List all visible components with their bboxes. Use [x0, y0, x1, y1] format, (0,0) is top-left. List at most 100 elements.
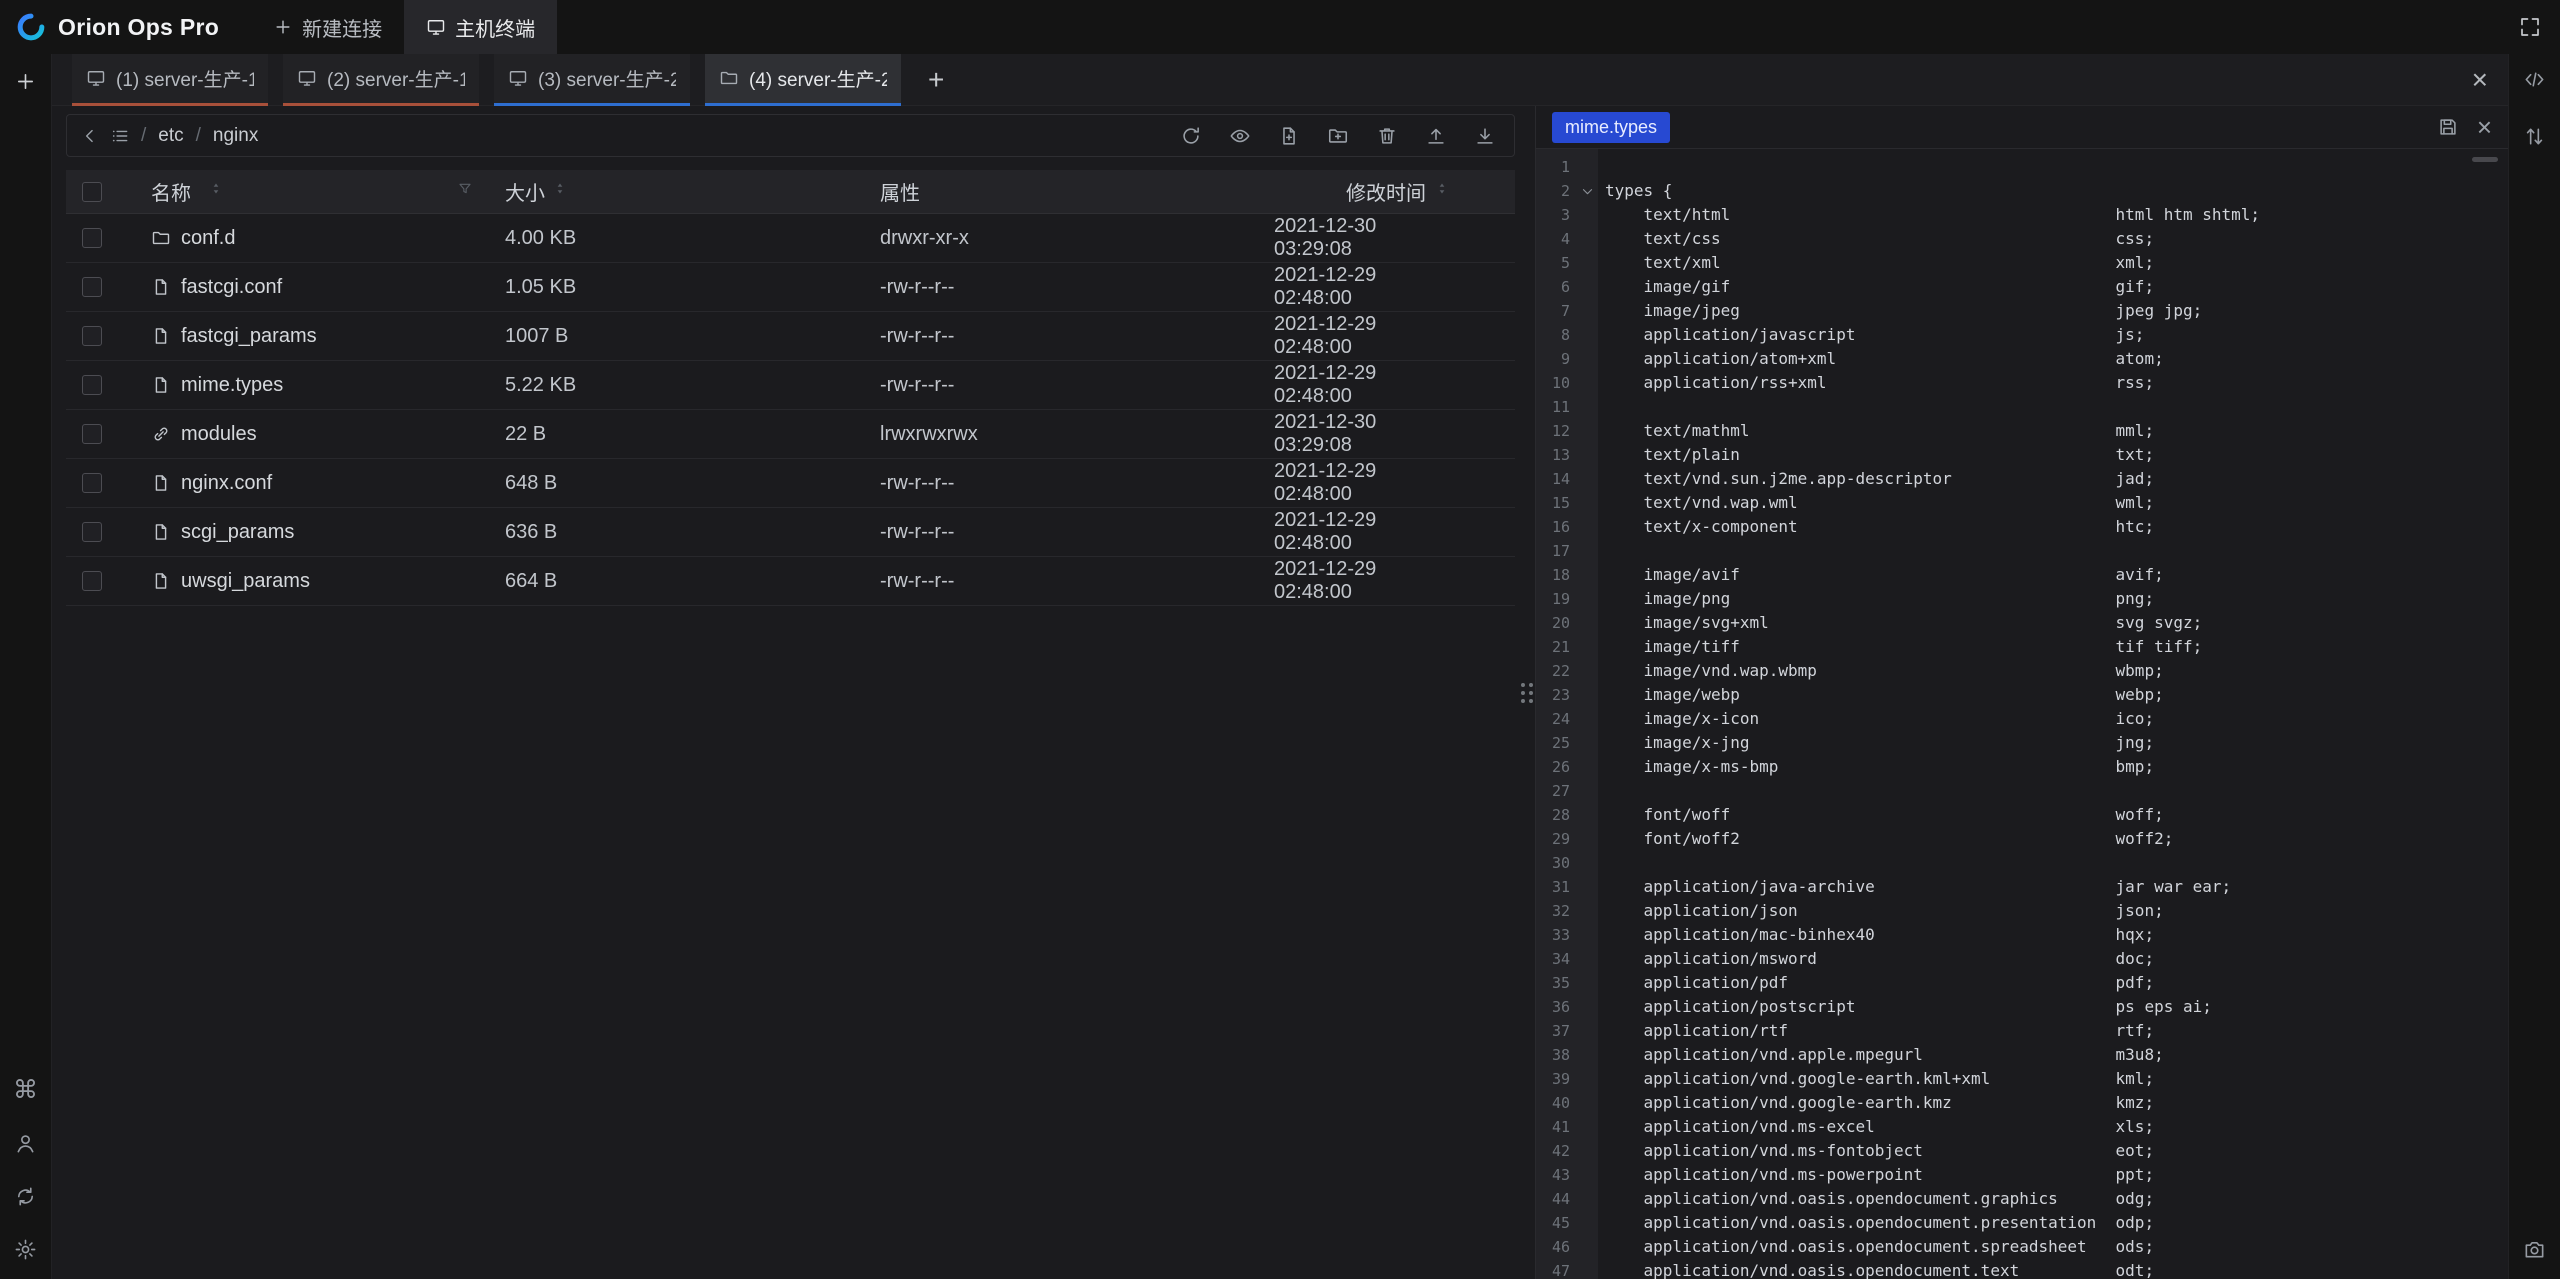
editor-line[interactable]: 18 image/avif avif; — [1536, 563, 2508, 587]
row-checkbox[interactable] — [82, 326, 102, 346]
sync-icon[interactable] — [14, 1185, 37, 1208]
column-header[interactable]: 名称 — [123, 177, 491, 206]
editor-line[interactable]: 2types { — [1536, 179, 2508, 203]
file-row[interactable]: modules22 Blrwxrwxrwx2021-12-30 03:29:08 — [66, 410, 1515, 459]
file-row[interactable]: mime.types5.22 KB-rw-r--r--2021-12-29 02… — [66, 361, 1515, 410]
editor-line[interactable]: 23 image/webp webp; — [1536, 683, 2508, 707]
topbar-menu-item[interactable]: 新建连接 — [251, 0, 404, 54]
editor-line[interactable]: 47 application/vnd.oasis.opendocument.te… — [1536, 1259, 2508, 1279]
select-all-checkbox[interactable] — [82, 182, 102, 202]
open-file-tab[interactable]: mime.types — [1552, 112, 1670, 143]
editor-line[interactable]: 38 application/vnd.apple.mpegurl m3u8; — [1536, 1043, 2508, 1067]
editor-line[interactable]: 43 application/vnd.ms-powerpoint ppt; — [1536, 1163, 2508, 1187]
row-checkbox[interactable] — [82, 228, 102, 248]
editor-line[interactable]: 8 application/javascript js; — [1536, 323, 2508, 347]
file-name[interactable]: mime.types — [181, 374, 283, 397]
fold-chevron-icon[interactable] — [1570, 179, 1605, 203]
file-name[interactable]: nginx.conf — [181, 472, 272, 495]
column-header[interactable]: 修改时间 — [1274, 177, 1515, 206]
topbar-menu-item[interactable]: 主机终端 — [404, 0, 557, 54]
back-button[interactable] — [75, 121, 105, 151]
eye-icon[interactable] — [1227, 123, 1253, 149]
editor-line[interactable]: 20 image/svg+xml svg svgz; — [1536, 611, 2508, 635]
breadcrumb-root-button[interactable] — [105, 121, 135, 151]
row-checkbox[interactable] — [82, 522, 102, 542]
file-row[interactable]: scgi_params636 B-rw-r--r--2021-12-29 02:… — [66, 508, 1515, 557]
download-icon[interactable] — [1472, 123, 1498, 149]
editor-line[interactable]: 45 application/vnd.oasis.opendocument.pr… — [1536, 1211, 2508, 1235]
editor-line[interactable]: 1 — [1536, 155, 2508, 179]
user-icon[interactable] — [14, 1132, 37, 1155]
plus-icon[interactable] — [14, 70, 37, 93]
row-checkbox[interactable] — [82, 424, 102, 444]
session-tab[interactable]: (2) server-生产-1 — [283, 54, 479, 106]
file-plus-icon[interactable] — [1276, 123, 1302, 149]
upload-icon[interactable] — [1423, 123, 1449, 149]
sort-caret-icon[interactable] — [553, 180, 567, 203]
editor-line[interactable]: 14 text/vnd.sun.j2me.app-descriptor jad; — [1536, 467, 2508, 491]
file-row[interactable]: fastcgi.conf1.05 KB-rw-r--r--2021-12-29 … — [66, 263, 1515, 312]
editor-scrollbar-thumb[interactable] — [2472, 157, 2498, 162]
column-header[interactable]: 大小 — [491, 177, 866, 206]
editor-line[interactable]: 21 image/tiff tif tiff; — [1536, 635, 2508, 659]
row-checkbox[interactable] — [82, 473, 102, 493]
editor-line[interactable]: 17 — [1536, 539, 2508, 563]
row-checkbox[interactable] — [82, 571, 102, 591]
folder-plus-icon[interactable] — [1325, 123, 1351, 149]
code-icon[interactable] — [2523, 68, 2546, 91]
editor-line[interactable]: 24 image/x-icon ico; — [1536, 707, 2508, 731]
sort-caret-icon[interactable] — [209, 180, 223, 203]
editor-line[interactable]: 29 font/woff2 woff2; — [1536, 827, 2508, 851]
breadcrumb-segment[interactable]: etc — [158, 125, 183, 147]
row-checkbox[interactable] — [82, 375, 102, 395]
editor-line[interactable]: 3 text/html html htm shtml; — [1536, 203, 2508, 227]
file-name[interactable]: fastcgi_params — [181, 325, 317, 348]
editor-line[interactable]: 31 application/java-archive jar war ear; — [1536, 875, 2508, 899]
filter-funnel-icon[interactable] — [457, 180, 473, 203]
editor-line[interactable]: 13 text/plain txt; — [1536, 443, 2508, 467]
fullscreen-icon[interactable] — [2518, 15, 2542, 39]
editor-line[interactable]: 7 image/jpeg jpeg jpg; — [1536, 299, 2508, 323]
file-name[interactable]: scgi_params — [181, 521, 294, 544]
editor-line[interactable]: 27 — [1536, 779, 2508, 803]
editor-close-icon[interactable]: × — [2477, 114, 2492, 140]
file-name[interactable]: modules — [181, 423, 257, 446]
editor-line[interactable]: 39 application/vnd.google-earth.kml+xml … — [1536, 1067, 2508, 1091]
editor-line[interactable]: 42 application/vnd.ms-fontobject eot; — [1536, 1139, 2508, 1163]
editor-line[interactable]: 22 image/vnd.wap.wbmp wbmp; — [1536, 659, 2508, 683]
editor-body[interactable]: 12types {3 text/html html htm shtml;4 te… — [1536, 149, 2508, 1279]
editor-line[interactable]: 11 — [1536, 395, 2508, 419]
session-tab[interactable]: (3) server-生产-2 — [494, 54, 690, 106]
sort-vertical-icon[interactable] — [2523, 125, 2546, 148]
file-row[interactable]: nginx.conf648 B-rw-r--r--2021-12-29 02:4… — [66, 459, 1515, 508]
command-icon[interactable]: ⌘ — [13, 1077, 38, 1102]
save-icon[interactable] — [2437, 116, 2459, 138]
file-name[interactable]: conf.d — [181, 227, 235, 250]
close-all-tabs-button[interactable]: × — [2472, 54, 2508, 106]
sort-caret-icon[interactable] — [1435, 180, 1449, 203]
editor-line[interactable]: 37 application/rtf rtf; — [1536, 1019, 2508, 1043]
file-row[interactable]: uwsgi_params664 B-rw-r--r--2021-12-29 02… — [66, 557, 1515, 606]
editor-line[interactable]: 12 text/mathml mml; — [1536, 419, 2508, 443]
editor-line[interactable]: 35 application/pdf pdf; — [1536, 971, 2508, 995]
editor-line[interactable]: 10 application/rss+xml rss; — [1536, 371, 2508, 395]
row-checkbox[interactable] — [82, 277, 102, 297]
file-name[interactable]: fastcgi.conf — [181, 276, 282, 299]
editor-line[interactable]: 40 application/vnd.google-earth.kmz kmz; — [1536, 1091, 2508, 1115]
camera-icon[interactable] — [2523, 1238, 2546, 1261]
editor-line[interactable]: 25 image/x-jng jng; — [1536, 731, 2508, 755]
editor-line[interactable]: 46 application/vnd.oasis.opendocument.sp… — [1536, 1235, 2508, 1259]
refresh-icon[interactable] — [1178, 123, 1204, 149]
trash-icon[interactable] — [1374, 123, 1400, 149]
editor-line[interactable]: 36 application/postscript ps eps ai; — [1536, 995, 2508, 1019]
editor-line[interactable]: 4 text/css css; — [1536, 227, 2508, 251]
editor-line[interactable]: 5 text/xml xml; — [1536, 251, 2508, 275]
file-row[interactable]: fastcgi_params1007 B-rw-r--r--2021-12-29… — [66, 312, 1515, 361]
session-tab[interactable]: (4) server-生产-2 — [705, 54, 901, 106]
gear-icon[interactable] — [14, 1238, 37, 1261]
file-row[interactable]: conf.d4.00 KBdrwxr-xr-x2021-12-30 03:29:… — [66, 214, 1515, 263]
editor-line[interactable]: 19 image/png png; — [1536, 587, 2508, 611]
column-header[interactable]: 属性 — [866, 177, 1274, 206]
add-tab-button[interactable]: + — [916, 54, 956, 106]
editor-line[interactable]: 44 application/vnd.oasis.opendocument.gr… — [1536, 1187, 2508, 1211]
